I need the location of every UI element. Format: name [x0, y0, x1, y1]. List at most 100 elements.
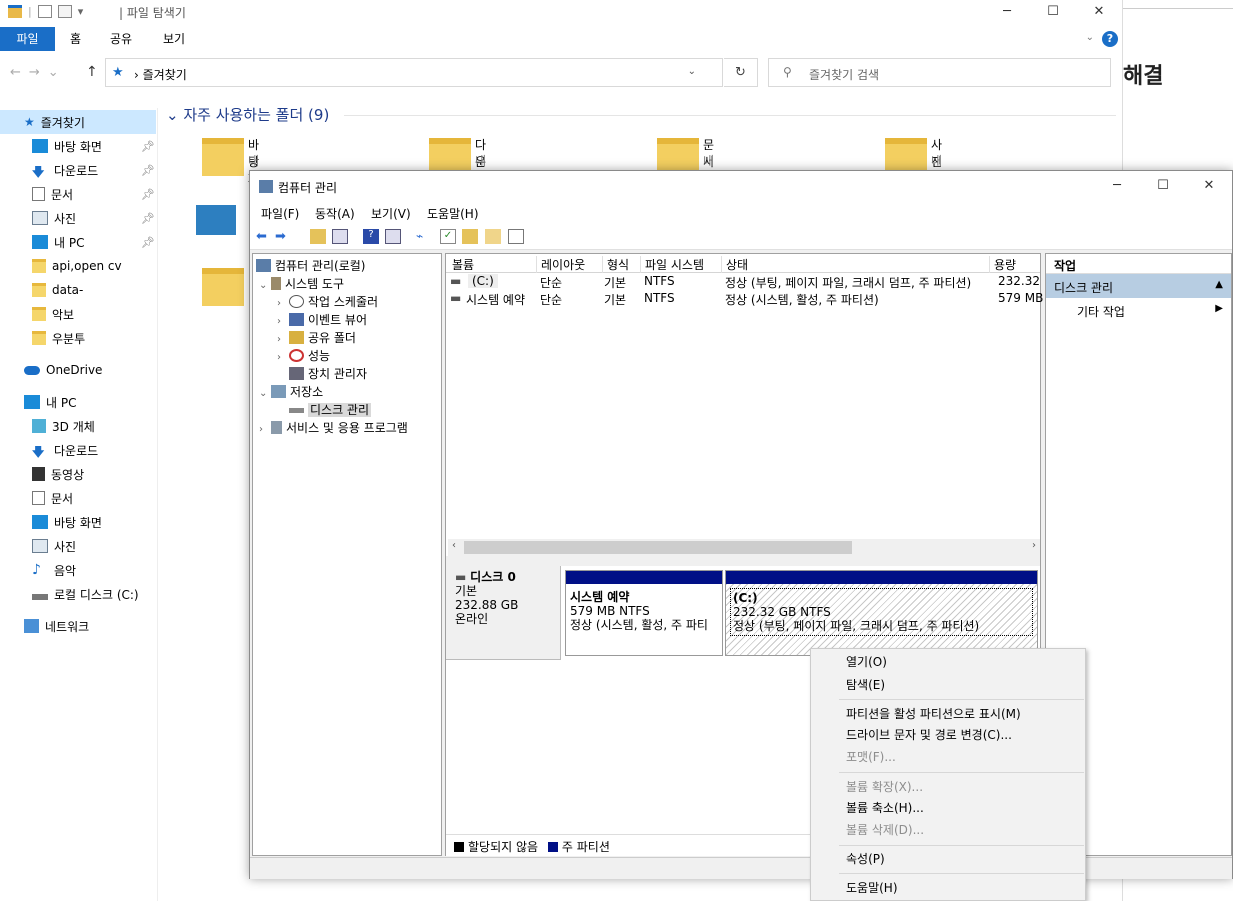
tab-share[interactable]: 공유: [110, 27, 132, 51]
disk-label[interactable]: ▬ 디스크 0 기본 232.88 GB 온라인: [446, 566, 561, 660]
tree-item-services[interactable]: › 서비스 및 응용 프로그램: [259, 419, 408, 437]
tree-item-event-viewer[interactable]: › 이벤트 뷰어: [277, 311, 367, 329]
search-input[interactable]: ⚲ 즐겨찾기 검색: [768, 58, 1111, 87]
column-header[interactable]: 형식: [602, 256, 636, 273]
sidebar-item-3d-objects[interactable]: 3D 개체: [0, 414, 158, 438]
show-action-pane-icon[interactable]: [385, 229, 401, 244]
address-bar[interactable]: ★ › 즐겨찾기 ⌄: [105, 58, 723, 87]
sidebar-item-quick-access[interactable]: ★ 즐겨찾기: [0, 110, 156, 134]
action-group-disk-management[interactable]: 디스크 관리 ▲: [1046, 274, 1231, 298]
tab-home[interactable]: 홈: [70, 27, 81, 51]
search-icon[interactable]: [485, 229, 501, 244]
refresh-button[interactable]: ↻: [724, 58, 758, 87]
sidebar-item-documents[interactable]: 문서 📌︎: [0, 182, 158, 206]
sidebar-item-network[interactable]: 네트워크: [0, 614, 158, 638]
folder-icon[interactable]: [8, 5, 22, 18]
column-header[interactable]: 상태: [721, 256, 986, 273]
back-arrow-icon[interactable]: ⬅: [256, 229, 272, 244]
sidebar-item-local-disk[interactable]: 로컬 디스크 (C:): [0, 582, 158, 606]
collapse-icon[interactable]: ⌄: [259, 385, 271, 403]
properties-icon[interactable]: [37, 5, 52, 18]
menu-item-delete-volume[interactable]: 볼륨 삭제(D)...: [846, 820, 924, 840]
sidebar-item-folder[interactable]: 악보: [0, 302, 158, 326]
forward-arrow-icon[interactable]: ➡: [275, 229, 291, 244]
sidebar-item-documents-pc[interactable]: 문서: [0, 486, 158, 510]
sidebar-item-desktop[interactable]: 바탕 화면 📌︎: [0, 134, 158, 158]
back-forward-icons[interactable]: ←→⌄: [10, 65, 67, 80]
tree-item-storage[interactable]: ⌄ 저장소: [259, 383, 323, 401]
pane-splitter[interactable]: [446, 556, 1040, 566]
sidebar-item-downloads-pc[interactable]: 🡇 다운로드: [0, 438, 158, 462]
horizontal-scrollbar[interactable]: ‹ ›: [448, 539, 1040, 556]
sidebar-item-pictures[interactable]: 사진 📌︎: [0, 206, 158, 230]
menu-item-help[interactable]: 도움말(H): [846, 878, 898, 898]
tree-item-root[interactable]: 컴퓨터 관리(로컬): [256, 257, 365, 275]
tree-item-performance[interactable]: › 성능: [277, 347, 330, 365]
minimize-button[interactable]: ─: [1094, 171, 1140, 202]
sidebar-item-desktop-pc[interactable]: 바탕 화면: [0, 510, 158, 534]
sidebar-item-pictures-pc[interactable]: 사진: [0, 534, 158, 558]
group-header[interactable]: ⌄ 자주 사용하는 폴더 (9): [166, 104, 329, 125]
new-folder-icon[interactable]: [57, 5, 72, 18]
partition-system-reserved[interactable]: 시스템 예약 579 MB NTFS 정상 (시스템, 활성, 주 파티: [565, 570, 723, 656]
tree-item-shared-folders[interactable]: › 공유 폴더: [277, 329, 356, 347]
scroll-left-icon[interactable]: ‹: [452, 540, 456, 551]
tree-item-task-scheduler[interactable]: › 작업 스케줄러: [277, 293, 378, 311]
connect-icon[interactable]: ⌁: [416, 229, 432, 244]
sidebar-item-folder[interactable]: api,open cv: [0, 254, 158, 278]
menu-item-mark-active[interactable]: 파티션을 활성 파티션으로 표시(M): [846, 704, 1021, 724]
menu-item-explore[interactable]: 탐색(E): [846, 675, 885, 695]
column-header[interactable]: 볼륨: [448, 256, 534, 273]
menu-action[interactable]: 동작(A): [315, 205, 355, 222]
up-folder-icon[interactable]: [310, 229, 326, 244]
sidebar-item-this-pc[interactable]: 내 PC 📌︎: [0, 230, 158, 254]
expand-icon[interactable]: ›: [277, 349, 289, 367]
address-dropdown-icon[interactable]: ⌄: [688, 66, 696, 77]
sidebar-item-folder[interactable]: 우분투: [0, 326, 158, 350]
customize-dropdown-icon[interactable]: ▾: [78, 5, 84, 18]
up-arrow-icon[interactable]: ↑: [86, 64, 98, 80]
table-row[interactable]: ▬ 시스템 예약 단순 기본 NTFS 정상 (시스템, 활성, 주 파티션) …: [446, 291, 1043, 307]
column-header[interactable]: 용량: [989, 256, 1039, 273]
menu-item-change-drive-letter[interactable]: 드라이브 문자 및 경로 변경(C)...: [846, 725, 1012, 745]
scroll-right-icon[interactable]: ›: [1032, 540, 1036, 551]
partition-c-drive[interactable]: (C:) 232.32 GB NTFS 정상 (부팅, 페이지 파일, 크래시 …: [725, 570, 1038, 656]
tab-file[interactable]: 파일: [0, 27, 55, 51]
properties-icon[interactable]: [508, 229, 524, 244]
help-icon[interactable]: ?: [363, 229, 379, 244]
expand-icon[interactable]: ›: [259, 421, 271, 439]
tree-item-system-tools[interactable]: ⌄ 시스템 도구: [259, 275, 344, 293]
close-button[interactable]: ✕: [1076, 0, 1122, 25]
show-tree-icon[interactable]: [332, 229, 348, 244]
action-more-actions[interactable]: 기타 작업 ▶: [1046, 298, 1231, 322]
minimize-button[interactable]: ─: [984, 0, 1030, 25]
expand-ribbon-icon[interactable]: ⌄: [1086, 32, 1094, 43]
close-button[interactable]: ✕: [1186, 171, 1232, 202]
sidebar-item-videos[interactable]: 동영상: [0, 462, 158, 486]
menu-item-shrink-volume[interactable]: 볼륨 축소(H)...: [846, 798, 924, 818]
column-header[interactable]: 레이아웃: [536, 256, 598, 273]
menu-item-extend-volume[interactable]: 볼륨 확장(X)...: [846, 777, 923, 797]
menu-item-format[interactable]: 포맷(F)...: [846, 747, 896, 767]
column-header[interactable]: 파일 시스템: [640, 256, 718, 273]
table-row[interactable]: ▬ (C:) 단순 기본 NTFS 정상 (부팅, 페이지 파일, 크래시 덤프…: [446, 274, 1042, 290]
sidebar-item-this-pc-root[interactable]: 내 PC: [0, 390, 158, 414]
sidebar-item-music[interactable]: ♪ 음악: [0, 558, 158, 582]
tree-item-device-manager[interactable]: 장치 관리자: [289, 365, 367, 383]
menu-view[interactable]: 보기(V): [371, 205, 411, 222]
collapse-icon[interactable]: ⌄: [259, 277, 271, 295]
menu-help[interactable]: 도움말(H): [427, 205, 479, 222]
tab-view[interactable]: 보기: [163, 27, 185, 51]
check-icon[interactable]: ✓: [440, 229, 456, 244]
folder-up-icon[interactable]: [462, 229, 478, 244]
sidebar-item-onedrive[interactable]: OneDrive: [0, 358, 158, 382]
sidebar-item-downloads[interactable]: 🡇 다운로드 📌︎: [0, 158, 158, 182]
menu-item-properties[interactable]: 속성(P): [846, 849, 885, 869]
menu-item-open[interactable]: 열기(O): [846, 652, 887, 672]
scrollbar-thumb[interactable]: [464, 541, 852, 554]
tree-item-disk-management[interactable]: 디스크 관리: [289, 401, 372, 419]
help-icon[interactable]: ?: [1102, 31, 1118, 47]
sidebar-item-folder[interactable]: data-: [0, 278, 158, 302]
maximize-button[interactable]: ☐: [1140, 171, 1186, 202]
menu-file[interactable]: 파일(F): [261, 205, 299, 222]
